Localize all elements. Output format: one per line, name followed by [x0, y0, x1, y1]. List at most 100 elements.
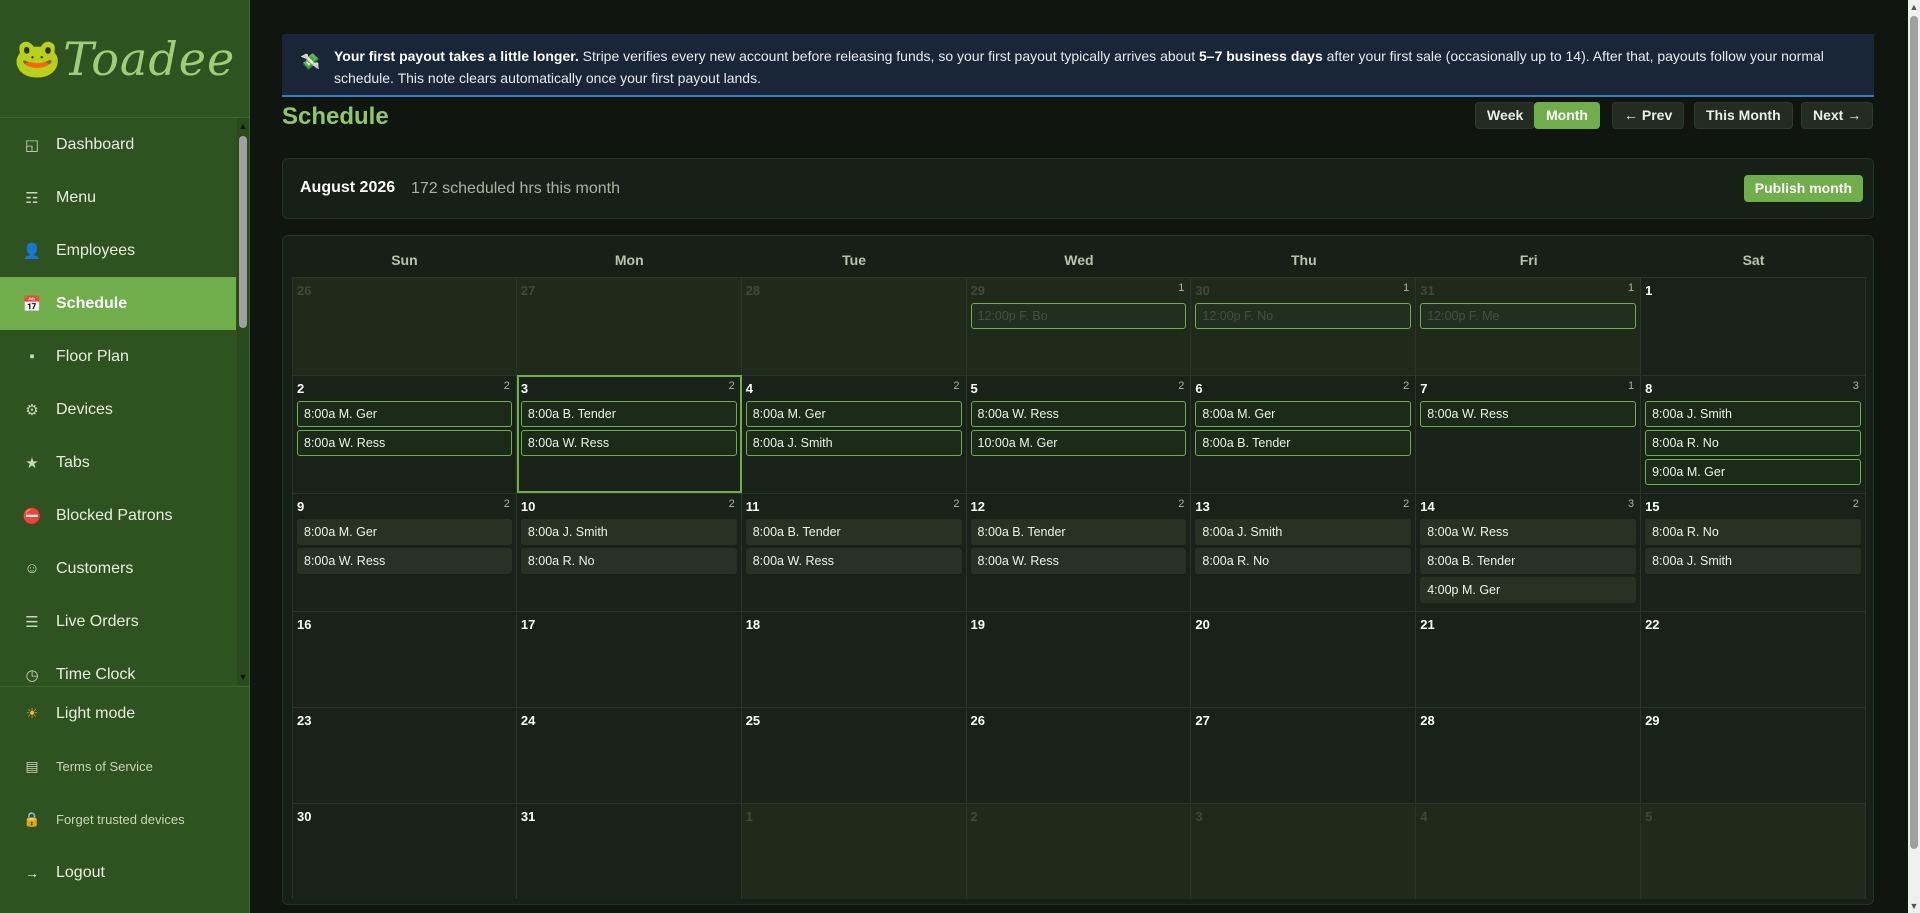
calendar-day-cell[interactable]: 27	[516, 277, 742, 375]
logo[interactable]: 🐸 Toadee	[0, 0, 249, 118]
shift-chip[interactable]: 4:00p M. Ger	[1420, 577, 1637, 603]
shift-chip[interactable]: 8:00a M. Ger	[297, 401, 512, 427]
shift-chip[interactable]: 12:00p F. Me	[1420, 303, 1637, 329]
shift-chip[interactable]: 8:00a B. Tender	[970, 519, 1187, 545]
page-scroll-thumb[interactable]	[1910, 16, 1918, 849]
calendar-day-cell[interactable]: 4	[1416, 803, 1642, 899]
shift-chip[interactable]: 8:00a B. Tender	[520, 401, 737, 427]
shift-chip[interactable]: 8:00a R. No	[520, 548, 737, 574]
sidebar-item-menu[interactable]: ☶ Menu	[0, 171, 236, 224]
calendar-day-cell[interactable]: 29	[1641, 707, 1866, 803]
shift-chip[interactable]: 8:00a W. Ress	[970, 401, 1187, 427]
light-mode-toggle[interactable]: ☀ Light mode	[0, 687, 250, 740]
shift-chip[interactable]: 8:00a R. No	[1645, 519, 1861, 545]
calendar-day-cell[interactable]: 3	[1191, 803, 1417, 899]
shift-chip[interactable]: 8:00a W. Ress	[520, 430, 737, 456]
calendar-day-cell[interactable]: 7 1 8:00a W. Ress	[1416, 375, 1642, 493]
calendar-day-cell[interactable]: 24	[516, 707, 742, 803]
shift-chip[interactable]: 8:00a W. Ress	[297, 430, 512, 456]
sidebar-item-employees[interactable]: 👤 Employees	[0, 224, 236, 277]
shift-chip[interactable]: 8:00a R. No	[1645, 430, 1861, 456]
shift-chip[interactable]: 8:00a W. Ress	[1420, 519, 1637, 545]
calendar-day-cell[interactable]: 6 2 8:00a M. Ger 8:00a B. Tender	[1191, 375, 1417, 493]
calendar-day-cell[interactable]: 1	[741, 803, 967, 899]
calendar-day-cell[interactable]: 5 2 8:00a W. Ress 10:00a M. Ger	[966, 375, 1192, 493]
calendar-day-cell[interactable]: 2 2 8:00a M. Ger 8:00a W. Ress	[292, 375, 517, 493]
calendar-day-cell[interactable]: 31 1 12:00p F. Me	[1416, 277, 1642, 375]
calendar-day-cell[interactable]: 14 3 8:00a W. Ress 8:00a B. Tender 4:00p M. …	[1416, 493, 1642, 611]
scroll-down-icon[interactable]: ▼	[237, 671, 249, 683]
sidebar-item-live-orders[interactable]: ☰ Live Orders	[0, 595, 236, 648]
shift-chip[interactable]: 9:00a M. Ger	[1645, 459, 1861, 485]
calendar-day-cell[interactable]: 30	[292, 803, 517, 899]
calendar-day-cell[interactable]: 27	[1191, 707, 1417, 803]
calendar-day-cell[interactable]: 8 3 8:00a J. Smith 8:00a R. No 9:00a M. Ger	[1641, 375, 1866, 493]
sidebar-scrollbar[interactable]: ▲ ▼	[237, 118, 249, 685]
calendar-day-cell[interactable]: 25	[741, 707, 967, 803]
publish-month-button[interactable]: Publish month	[1743, 175, 1863, 202]
sidebar-item-tabs[interactable]: ★ Tabs	[0, 436, 236, 489]
this-month-button[interactable]: This Month	[1694, 102, 1793, 129]
shift-chip[interactable]: 8:00a M. Ger	[745, 401, 962, 427]
calendar-day-cell[interactable]: 9 2 8:00a M. Ger 8:00a W. Ress	[292, 493, 517, 611]
prev-button[interactable]: ← Prev	[1612, 102, 1685, 129]
calendar-day-cell[interactable]: 19	[966, 611, 1192, 707]
sidebar-item-time-clock[interactable]: ◷ Time Clock	[0, 648, 236, 685]
calendar-day-cell[interactable]: 30 1 12:00p F. No	[1191, 277, 1417, 375]
sidebar-item-dashboard[interactable]: ◱ Dashboard	[0, 118, 236, 171]
logout-link[interactable]: → Logout	[0, 846, 250, 899]
shift-chip[interactable]: 8:00a J. Smith	[1645, 548, 1861, 574]
calendar-day-cell[interactable]: 26	[966, 707, 1192, 803]
calendar-day-cell[interactable]: 5	[1641, 803, 1866, 899]
shift-chip[interactable]: 8:00a J. Smith	[520, 519, 737, 545]
calendar-day-cell[interactable]: 18	[741, 611, 967, 707]
shift-chip[interactable]: 8:00a W. Ress	[970, 548, 1187, 574]
shift-chip[interactable]: 8:00a B. Tender	[745, 519, 962, 545]
calendar-day-cell[interactable]: 13 2 8:00a J. Smith 8:00a R. No	[1191, 493, 1417, 611]
sidebar-scroll-thumb[interactable]	[239, 136, 247, 328]
calendar-day-cell[interactable]: 4 2 8:00a M. Ger 8:00a J. Smith	[741, 375, 967, 493]
shift-chip[interactable]: 8:00a B. Tender	[1195, 430, 1412, 456]
shift-chip[interactable]: 12:00p F. No	[1195, 303, 1412, 329]
calendar-day-cell[interactable]: 10 2 8:00a J. Smith 8:00a R. No	[516, 493, 742, 611]
calendar-day-cell[interactable]: 1	[1641, 277, 1866, 375]
calendar-day-cell[interactable]: 21	[1416, 611, 1642, 707]
calendar-day-cell[interactable]: 20	[1191, 611, 1417, 707]
calendar-day-cell[interactable]: 29 1 12:00p F. Bo	[966, 277, 1192, 375]
calendar-day-cell[interactable]: 17	[516, 611, 742, 707]
calendar-day-cell[interactable]: 28	[1416, 707, 1642, 803]
shift-chip[interactable]: 8:00a M. Ger	[1195, 401, 1412, 427]
page-scroll-down-icon[interactable]: ▼	[1908, 900, 1920, 912]
shift-chip[interactable]: 8:00a J. Smith	[745, 430, 962, 456]
sidebar-item-devices[interactable]: ⚙ Devices	[0, 383, 236, 436]
forget-devices-link[interactable]: 🔒 Forget trusted devices	[0, 793, 250, 846]
shift-chip[interactable]: 8:00a J. Smith	[1645, 401, 1861, 427]
shift-chip[interactable]: 8:00a W. Ress	[1420, 401, 1637, 427]
sidebar-item-customers[interactable]: ☺ Customers	[0, 542, 236, 595]
sidebar-item-floor-plan[interactable]: ▪ Floor Plan	[0, 330, 236, 383]
calendar-day-cell[interactable]: 26	[292, 277, 517, 375]
calendar-day-cell[interactable]: 3 2 8:00a B. Tender 8:00a W. Ress	[516, 375, 742, 493]
calendar-day-cell[interactable]: 23	[292, 707, 517, 803]
calendar-day-cell[interactable]: 31	[516, 803, 742, 899]
terms-link[interactable]: ▤ Terms of Service	[0, 740, 250, 793]
calendar-day-cell[interactable]: 28	[741, 277, 967, 375]
shift-chip[interactable]: 8:00a W. Ress	[297, 548, 512, 574]
week-view-button[interactable]: Week	[1475, 102, 1536, 129]
calendar-day-cell[interactable]: 11 2 8:00a B. Tender 8:00a W. Ress	[741, 493, 967, 611]
shift-chip[interactable]: 10:00a M. Ger	[970, 430, 1187, 456]
shift-chip[interactable]: 8:00a J. Smith	[1195, 519, 1412, 545]
shift-chip[interactable]: 8:00a R. No	[1195, 548, 1412, 574]
page-scrollbar[interactable]: ▲ ▼	[1908, 0, 1920, 913]
shift-chip[interactable]: 12:00p F. Bo	[970, 303, 1187, 329]
calendar-day-cell[interactable]: 15 2 8:00a R. No 8:00a J. Smith	[1641, 493, 1866, 611]
sidebar-item-schedule[interactable]: 📅 Schedule	[0, 277, 236, 330]
next-button[interactable]: Next →	[1801, 102, 1874, 129]
calendar-day-cell[interactable]: 16	[292, 611, 517, 707]
scroll-up-icon[interactable]: ▲	[237, 120, 249, 132]
shift-chip[interactable]: 8:00a W. Ress	[745, 548, 962, 574]
shift-chip[interactable]: 8:00a B. Tender	[1420, 548, 1637, 574]
calendar-day-cell[interactable]: 12 2 8:00a B. Tender 8:00a W. Ress	[966, 493, 1192, 611]
shift-chip[interactable]: 8:00a M. Ger	[297, 519, 512, 545]
page-scroll-up-icon[interactable]: ▲	[1908, 1, 1920, 13]
